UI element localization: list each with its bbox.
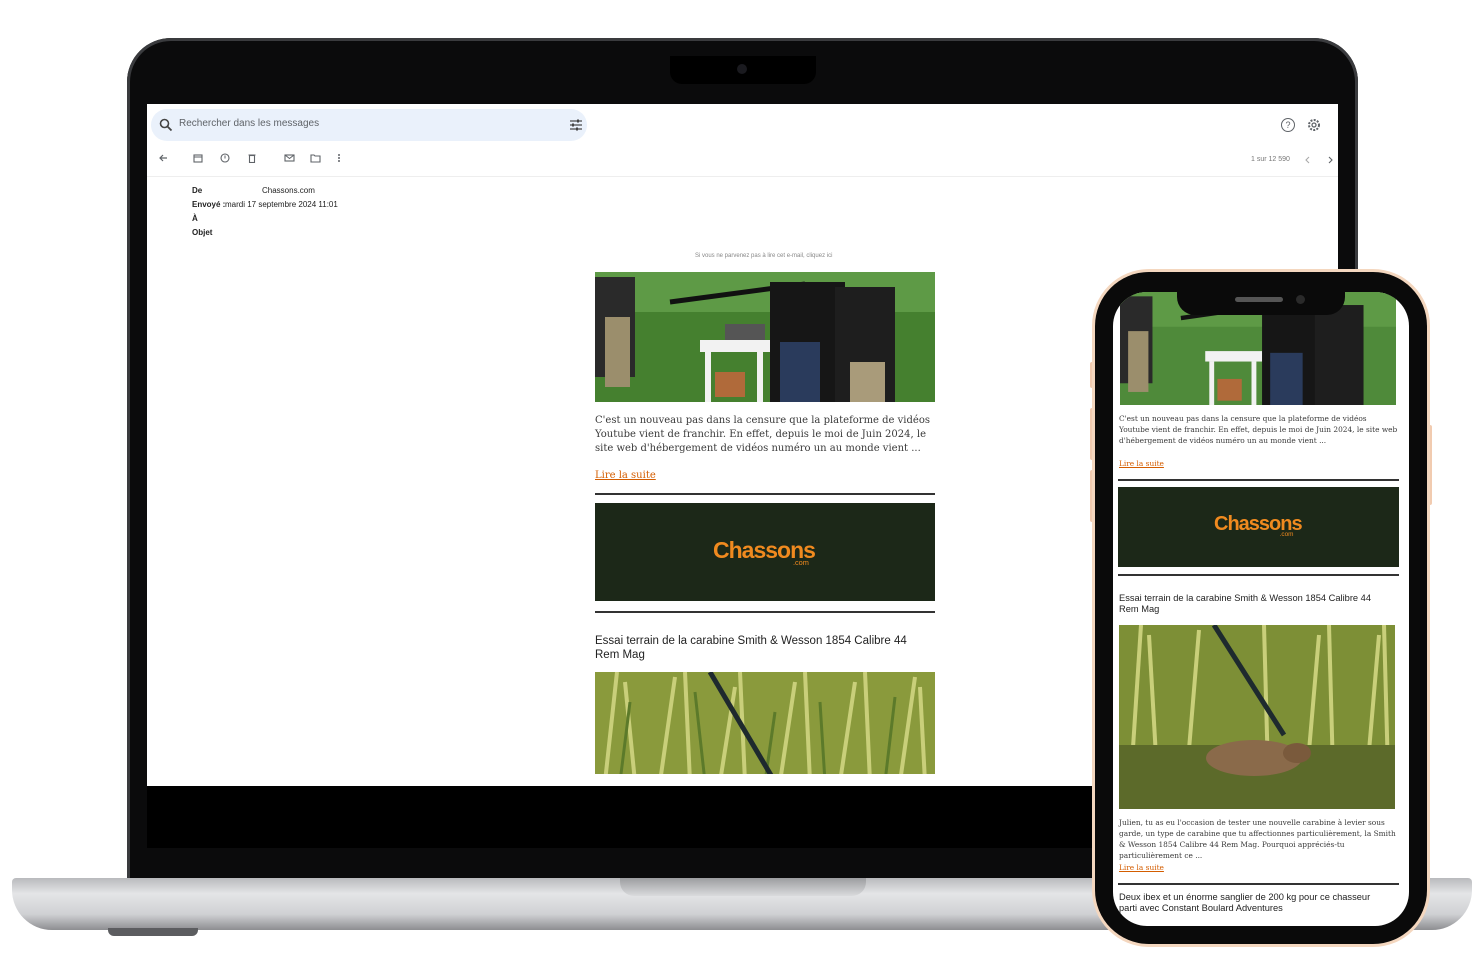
more-vertical-icon[interactable] bbox=[337, 153, 341, 163]
delete-icon[interactable] bbox=[247, 153, 257, 163]
phone-article2-read-more-link[interactable]: Lire la suite bbox=[1119, 863, 1164, 872]
from-value: Chassons.com bbox=[262, 186, 315, 195]
help-icon[interactable]: ? bbox=[1281, 118, 1295, 132]
brand-logo: Chassons.com bbox=[713, 537, 816, 567]
phone-article1-read-more-link[interactable]: Lire la suite bbox=[1119, 459, 1164, 468]
article-photo-cornfield[interactable] bbox=[595, 672, 935, 782]
article-photo-shooting[interactable] bbox=[595, 272, 935, 402]
phone-article3-title[interactable]: Deux ibex et un énorme sanglier de 200 k… bbox=[1119, 892, 1389, 914]
phone-divider-1 bbox=[1118, 479, 1399, 481]
phone-divider-2 bbox=[1118, 574, 1399, 576]
sent-label: Envoyé : bbox=[192, 200, 226, 209]
laptop-camera bbox=[737, 64, 747, 74]
divider-1 bbox=[595, 493, 935, 495]
phone-speaker bbox=[1235, 297, 1283, 302]
older-chevron-icon[interactable] bbox=[1328, 156, 1334, 164]
phone-power-button bbox=[1427, 425, 1432, 505]
report-spam-icon[interactable] bbox=[220, 153, 230, 163]
phone-article2-excerpt: Julien, tu as eu l'occasion de tester un… bbox=[1119, 818, 1396, 860]
search-input[interactable]: Rechercher dans les messages bbox=[179, 118, 319, 129]
article1-excerpt: C'est un nouveau pas dans la censure que… bbox=[595, 415, 930, 454]
back-arrow-icon[interactable] bbox=[158, 153, 168, 163]
phone-article2-title[interactable]: Essai terrain de la carabine Smith & Wes… bbox=[1119, 593, 1389, 615]
laptop-foot-left bbox=[108, 928, 198, 936]
laptop-opening-groove bbox=[620, 878, 866, 896]
brand-banner[interactable]: Chassons.com bbox=[595, 503, 935, 601]
search-options-icon[interactable] bbox=[569, 119, 583, 131]
article2-title[interactable]: Essai terrain de la carabine Smith & Wes… bbox=[595, 634, 925, 662]
phone-camera bbox=[1296, 295, 1305, 304]
move-to-icon[interactable] bbox=[310, 153, 321, 163]
subject-label: Objet bbox=[192, 228, 213, 237]
phone-article1-excerpt: C'est un nouveau pas dans la censure que… bbox=[1119, 414, 1398, 445]
phone-article-photo-boar[interactable] bbox=[1119, 625, 1395, 809]
article1-read-more-link[interactable]: Lire la suite bbox=[595, 470, 656, 481]
search-bar[interactable]: Rechercher dans les messages bbox=[151, 109, 587, 141]
divider-2 bbox=[595, 611, 935, 613]
from-label: De bbox=[192, 186, 203, 195]
toolbar-divider bbox=[147, 176, 1338, 177]
to-label: À bbox=[192, 214, 198, 223]
pagination-counter: 1 sur 12 590 bbox=[1251, 156, 1290, 163]
phone-screen: C'est un nouveau pas dans la censure que… bbox=[1113, 292, 1409, 926]
phone-brand-logo: Chassons.com bbox=[1214, 513, 1303, 538]
search-icon bbox=[159, 118, 173, 132]
phone-divider-3 bbox=[1118, 883, 1399, 885]
phone-brand-banner[interactable]: Chassons.com bbox=[1118, 487, 1399, 567]
newer-chevron-icon[interactable] bbox=[1304, 156, 1310, 164]
gmail-topbar: Rechercher dans les messages ? bbox=[147, 104, 1338, 146]
mark-unread-icon[interactable] bbox=[284, 153, 295, 163]
archive-icon[interactable] bbox=[193, 153, 203, 163]
settings-gear-icon[interactable] bbox=[1307, 118, 1321, 132]
view-online-note[interactable]: Si vous ne parvenez pas à lire cet e-mai… bbox=[695, 253, 832, 259]
sent-value: mardi 17 septembre 2024 11:01 bbox=[225, 200, 338, 209]
